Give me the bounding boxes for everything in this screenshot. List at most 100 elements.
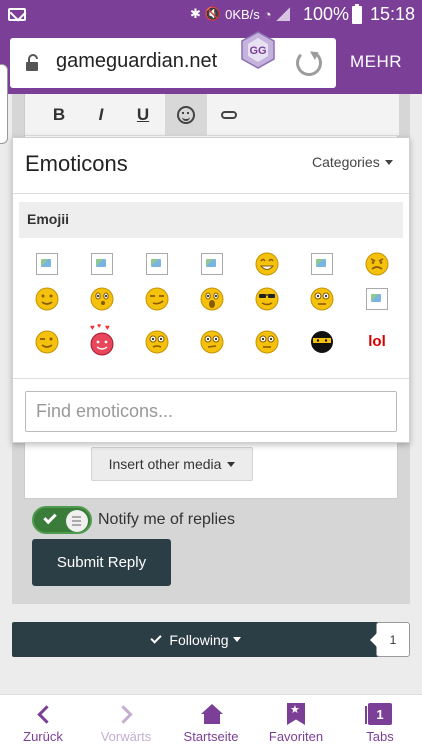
emoticon-angry[interactable]: [363, 250, 391, 278]
link-icon: [221, 111, 237, 119]
emoticon-grin[interactable]: [253, 250, 281, 278]
ninja-icon: [311, 331, 333, 353]
smirk-face-icon: [145, 287, 169, 311]
home-label: Startseite: [183, 729, 239, 744]
back-button[interactable]: Zurück: [16, 695, 70, 750]
svg-text:♥: ♥: [90, 323, 95, 332]
back-label: Zurück: [23, 729, 63, 744]
emoticon-broken-image[interactable]: [363, 285, 391, 313]
emoticon-button[interactable]: [165, 94, 207, 136]
check-icon: [43, 510, 57, 525]
emoticon-broken-image[interactable]: [198, 250, 226, 278]
broken-image-icon: [146, 253, 168, 275]
confused-face-icon: [90, 287, 114, 311]
emoticons-header: Emoticons Categories: [13, 138, 409, 194]
status-bar: ✱ 🔇 0KB/s ◔ 100% 15:18: [0, 0, 422, 32]
chevron-down-icon: [232, 637, 241, 642]
submit-reply-button[interactable]: Submit Reply: [32, 539, 171, 586]
emoticon-smile[interactable]: [33, 285, 61, 313]
underline-button[interactable]: U: [123, 94, 163, 136]
insert-media-button[interactable]: Insert other media: [91, 447, 253, 481]
forward-button[interactable]: Vorwärts: [94, 695, 158, 750]
signal-icon: [275, 7, 290, 21]
emoticon-broken-image[interactable]: [88, 250, 116, 278]
emoticon-lol[interactable]: lol: [363, 328, 391, 356]
emoticon-wink[interactable]: [33, 328, 61, 356]
address-bar[interactable]: gameguardian.net: [10, 38, 336, 88]
following-label: Following: [169, 631, 229, 648]
tab-count: 1: [376, 706, 384, 722]
notify-label: Notify me of replies: [98, 511, 235, 528]
wifi-icon: ◔: [263, 6, 272, 22]
favorites-button[interactable]: Favoriten: [264, 695, 328, 750]
gameguardian-floating-icon[interactable]: GG: [238, 30, 278, 70]
emoticon-ninja[interactable]: [308, 328, 336, 356]
emoticon-smirk[interactable]: [143, 285, 171, 313]
emoticon-confused[interactable]: [88, 285, 116, 313]
notify-toggle[interactable]: [32, 506, 92, 534]
emoticons-popup: Emoticons Categories Emojii ♥ ♥ ♥ lol: [12, 137, 410, 443]
emoticon-blink[interactable]: [198, 328, 226, 356]
rolleyes-face-icon: [310, 287, 334, 311]
notify-replies: Notify me of replies: [32, 506, 235, 534]
find-emoticons-input[interactable]: [25, 391, 397, 432]
categories-label: Categories: [312, 154, 380, 170]
emoticons-title: Emoticons: [25, 151, 128, 176]
emoticon-surprised[interactable]: [198, 285, 226, 313]
editor-toolbar: B I U: [25, 94, 399, 136]
chevron-down-icon: [227, 461, 236, 467]
home-icon: [201, 704, 223, 724]
favorites-label: Favoriten: [268, 729, 324, 744]
emoticon-broken-image[interactable]: [143, 250, 171, 278]
toggle-knob: [66, 510, 88, 532]
gg-badge-text: GG: [249, 45, 266, 57]
network-speed: 0KB/s: [225, 6, 260, 22]
wink-face-icon: [35, 330, 59, 354]
italic-button[interactable]: I: [81, 94, 121, 136]
chevron-down-icon: [384, 159, 393, 165]
section-label: Emojii: [27, 211, 70, 227]
status-icons: ✱ 🔇 0KB/s ◔: [190, 6, 290, 22]
home-button[interactable]: Startseite: [176, 695, 246, 750]
grin-face-icon: [255, 252, 279, 276]
emoticon-section-header: Emojii: [19, 202, 403, 238]
tabs-button[interactable]: 1 Tabs: [360, 695, 400, 750]
emoticons-footer: [13, 378, 409, 442]
check-icon: [150, 632, 163, 644]
following-button[interactable]: Following: [12, 622, 380, 657]
cool-face-icon: [255, 287, 279, 311]
wacko-face-icon: [255, 330, 279, 354]
unsure-face-icon: [145, 330, 169, 354]
tabs-label: Tabs: [366, 729, 394, 744]
emoticon-unsure[interactable]: [143, 328, 171, 356]
broken-image-icon: [36, 253, 58, 275]
reload-icon[interactable]: [296, 50, 322, 76]
emoticon-rolleyes[interactable]: [308, 285, 336, 313]
svg-text:♥: ♥: [97, 323, 101, 330]
lol-icon: lol: [368, 333, 386, 350]
bluetooth-icon: ✱: [190, 6, 201, 21]
chevron-right-icon: [113, 704, 133, 724]
emoticon-wacko[interactable]: [253, 328, 281, 356]
emoticon-cool[interactable]: [253, 285, 281, 313]
emoticon-broken-image[interactable]: [308, 250, 336, 278]
bookmark-star-icon: [287, 703, 305, 725]
side-handle[interactable]: [0, 64, 8, 144]
chevron-left-icon: [36, 704, 56, 724]
broken-image-icon: [201, 253, 223, 275]
link-button[interactable]: [209, 94, 249, 136]
forward-label: Vorwärts: [100, 729, 152, 744]
bold-button[interactable]: B: [39, 94, 79, 136]
angry-face-icon: [365, 252, 389, 276]
url-text: gameguardian.net: [56, 50, 218, 72]
blink-face-icon: [200, 330, 224, 354]
more-menu-button[interactable]: MEHR: [350, 52, 402, 72]
svg-text:♥: ♥: [105, 323, 110, 332]
mute-icon: 🔇: [204, 6, 222, 21]
in-love-icon: ♥ ♥ ♥: [90, 323, 114, 356]
emoticon-love[interactable]: ♥ ♥ ♥: [88, 323, 116, 356]
smile-face-icon: [35, 287, 59, 311]
emoticon-broken-image[interactable]: [33, 250, 61, 278]
mail-notification-icon: [8, 8, 26, 21]
categories-dropdown[interactable]: Categories: [312, 154, 393, 170]
